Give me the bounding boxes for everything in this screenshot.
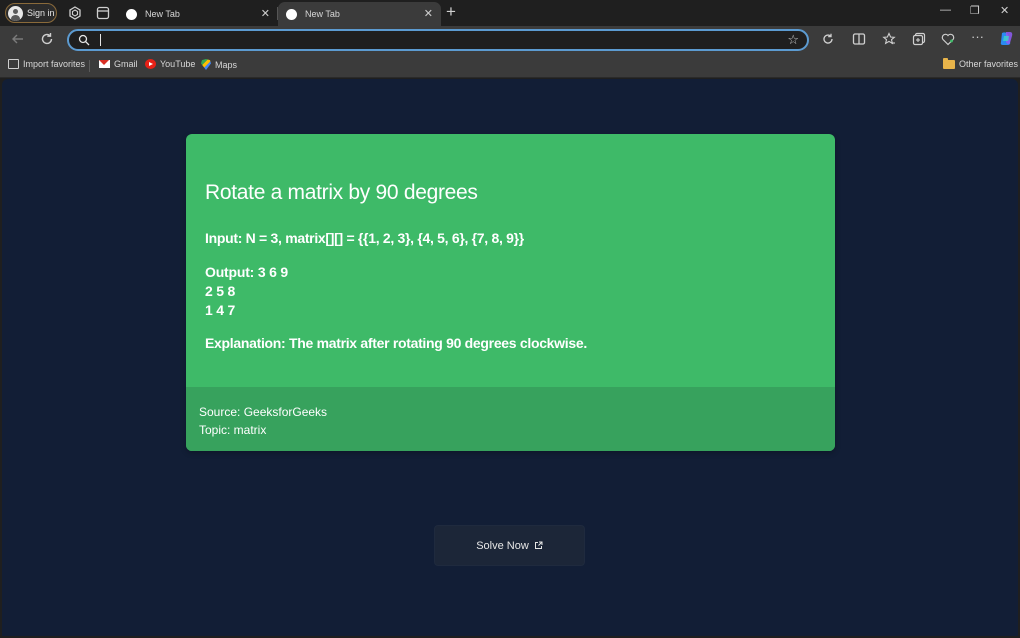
youtube-icon — [145, 59, 156, 69]
new-tab-button[interactable]: + — [446, 3, 456, 21]
tab-new-tab-1[interactable]: New Tab ✕ — [118, 2, 278, 26]
back-arrow-icon[interactable] — [10, 31, 26, 47]
reload-icon[interactable] — [39, 31, 55, 47]
tab-close-icon[interactable]: ✕ — [424, 7, 433, 20]
tab-actions-icon[interactable] — [96, 6, 110, 20]
problem-card-body: Rotate a matrix by 90 degrees Input: N =… — [186, 134, 835, 387]
avatar — [8, 5, 23, 21]
solve-now-button[interactable]: Solve Now — [434, 525, 585, 566]
more-menu-icon[interactable]: ··· — [971, 29, 985, 44]
bookmark-label: YouTube — [160, 59, 196, 69]
search-icon — [78, 34, 90, 46]
minimize-button[interactable]: — — [940, 4, 951, 16]
profile-label: Sign in — [27, 8, 55, 18]
bookmark-label: Maps — [215, 59, 238, 70]
external-link-icon — [534, 541, 543, 549]
folder-icon — [943, 57, 955, 69]
address-bar[interactable]: ☆ — [67, 29, 809, 51]
browser-essentials-icon[interactable] — [941, 32, 955, 46]
problem-card-footer: Source: GeeksforGeeks Topic: matrix — [186, 387, 835, 451]
bookmark-label: Import favorites — [23, 59, 86, 69]
split-screen-icon[interactable] — [852, 32, 866, 46]
bookmark-import-favorites[interactable]: Import favorites — [8, 59, 85, 69]
favorites-icon[interactable] — [882, 32, 896, 46]
problem-card: Rotate a matrix by 90 degrees Input: N =… — [186, 134, 835, 451]
address-input[interactable] — [99, 33, 769, 47]
tab-title: New Tab — [145, 9, 180, 19]
gmail-icon — [99, 60, 110, 68]
workspaces-icon[interactable] — [68, 6, 82, 20]
bookmark-maps[interactable]: Maps — [201, 59, 237, 70]
bookmark-label: Gmail — [114, 59, 138, 69]
profile-button[interactable]: Sign in — [5, 3, 57, 23]
close-window-button[interactable]: ✕ — [1000, 4, 1009, 17]
bookmarks-bar: Import favorites Gmail YouTube Maps Othe… — [0, 54, 1020, 78]
maps-icon — [201, 59, 211, 70]
problem-output: Output: 3 6 9 2 5 8 1 4 7 — [205, 263, 815, 320]
copilot-icon[interactable] — [998, 30, 1015, 47]
page-content: Rotate a matrix by 90 degrees Input: N =… — [2, 79, 1018, 636]
bookmarks-divider — [89, 60, 90, 72]
import-icon — [8, 59, 19, 69]
problem-topic: Topic: matrix — [199, 423, 267, 437]
browser-toolbar: ☆ ··· — [0, 26, 1020, 54]
problem-input: Input: N = 3, matrix[][] = {{1, 2, 3}, {… — [205, 230, 524, 246]
output-line: 2 5 8 — [205, 283, 236, 299]
tab-new-tab-2-active[interactable]: New Tab ✕ — [278, 2, 441, 26]
bookmark-gmail[interactable]: Gmail — [99, 59, 138, 69]
output-line: 1 4 7 — [205, 302, 236, 318]
tab-favicon-icon — [126, 8, 137, 20]
favorite-star-icon[interactable]: ☆ — [787, 32, 799, 48]
tab-strip: Sign in New Tab ✕ New Tab ✕ + — ❐ ✕ — [0, 0, 1020, 26]
extensions-refresh-icon[interactable] — [821, 32, 835, 46]
solve-now-label: Solve Now — [476, 539, 529, 552]
restore-button[interactable]: ❐ — [970, 4, 980, 17]
other-favorites-folder[interactable]: Other favorites — [943, 57, 1019, 69]
problem-source: Source: GeeksforGeeks — [199, 405, 328, 419]
tab-favicon-icon — [286, 8, 297, 20]
output-line: Output: 3 6 9 — [205, 264, 288, 280]
collections-icon[interactable] — [912, 32, 926, 46]
bookmark-label: Other favorites — [959, 59, 1019, 69]
text-caret — [100, 34, 101, 46]
tab-title: New Tab — [305, 9, 340, 19]
bookmark-youtube[interactable]: YouTube — [145, 59, 195, 69]
problem-explanation: Explanation: The matrix after rotating 9… — [205, 335, 587, 351]
problem-title: Rotate a matrix by 90 degrees — [205, 181, 478, 204]
tab-close-icon[interactable]: ✕ — [261, 7, 270, 20]
